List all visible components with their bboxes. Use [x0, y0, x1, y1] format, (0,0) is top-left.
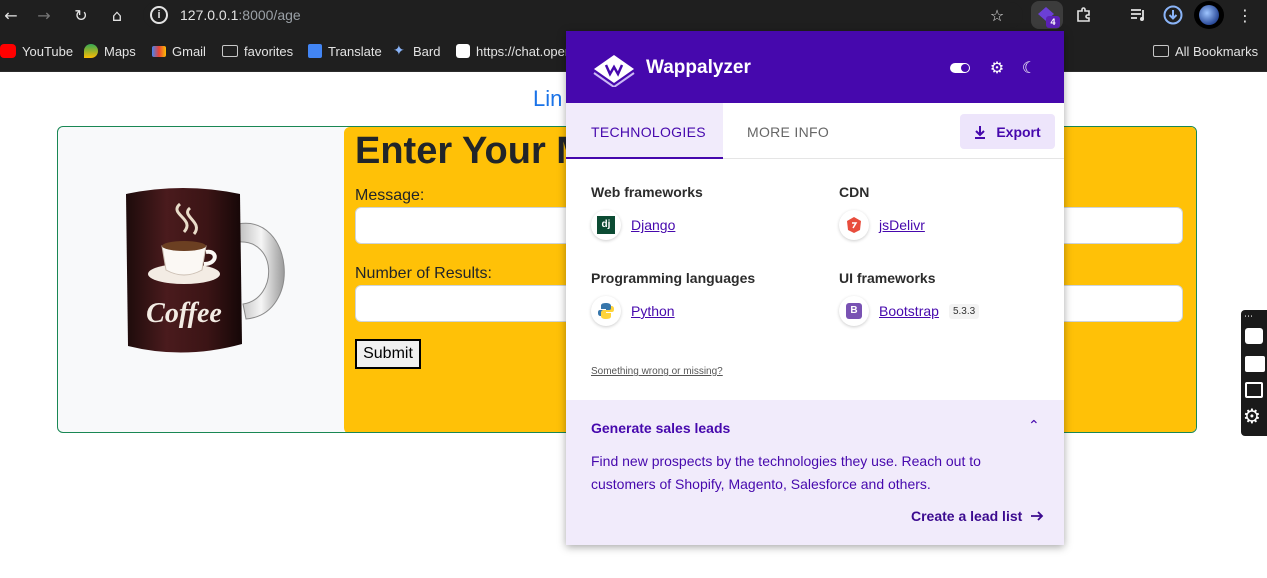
- category-web-frameworks: Web frameworks: [591, 184, 703, 200]
- submit-button[interactable]: Submit: [355, 339, 421, 369]
- folder-icon: [222, 45, 238, 57]
- back-icon[interactable]: ←: [0, 4, 22, 26]
- page-link[interactable]: Lin: [533, 86, 562, 112]
- sales-leads-panel: Generate sales leads ⌃ Find new prospect…: [566, 400, 1064, 545]
- download-icon: [975, 125, 986, 139]
- bookmark-star-icon[interactable]: ☆: [986, 4, 1008, 26]
- copy-icon[interactable]: [1245, 382, 1263, 398]
- wappalyzer-logo-icon: [593, 55, 635, 87]
- tab-technologies[interactable]: TECHNOLOGIES: [566, 103, 723, 159]
- bootstrap-version: 5.3.3: [948, 303, 980, 319]
- form-heading: Enter Your M: [355, 130, 588, 172]
- bootstrap-icon: B: [839, 296, 869, 326]
- chevron-up-icon[interactable]: ⌃: [1028, 418, 1040, 434]
- something-wrong-link[interactable]: Something wrong or missing?: [591, 366, 723, 377]
- extensions-puzzle-icon[interactable]: [1073, 4, 1095, 26]
- folder-icon: [1153, 45, 1169, 57]
- export-button[interactable]: Export: [960, 114, 1055, 149]
- dark-mode-icon[interactable]: ☾: [1019, 58, 1039, 77]
- wappalyzer-title: Wappalyzer: [646, 57, 751, 78]
- tech-django[interactable]: dj Django: [591, 210, 675, 240]
- reading-list-icon[interactable]: [1127, 4, 1149, 26]
- reload-icon[interactable]: ↻: [70, 4, 92, 26]
- tab-more-info[interactable]: MORE INFO: [747, 124, 829, 140]
- forward-icon[interactable]: →: [33, 4, 55, 26]
- category-cdn: CDN: [839, 184, 870, 200]
- toggle-switch[interactable]: [950, 63, 970, 73]
- gear-icon[interactable]: ⚙: [987, 58, 1007, 77]
- message-label: Message:: [355, 187, 425, 204]
- wappalyzer-popup: Wappalyzer ⚙ ☾ TECHNOLOGIES MORE INFO Ex…: [566, 31, 1064, 545]
- bookmark-gmail[interactable]: Gmail: [152, 43, 206, 59]
- tech-bootstrap[interactable]: B Bootstrap 5.3.3: [839, 296, 980, 326]
- bookmark-maps[interactable]: Maps: [84, 43, 136, 59]
- chatgpt-icon: [456, 44, 470, 58]
- site-info-icon[interactable]: i: [150, 6, 168, 24]
- results-label: Number of Results:: [355, 265, 492, 282]
- settings-gear-icon[interactable]: ⚙: [1243, 404, 1261, 428]
- tech-python[interactable]: Python: [591, 296, 675, 326]
- category-programming-languages: Programming languages: [591, 270, 756, 286]
- wappalyzer-header: Wappalyzer ⚙ ☾: [566, 31, 1064, 103]
- browser-menu-icon[interactable]: ⋮: [1234, 4, 1256, 26]
- tech-jsdelivr[interactable]: jsDelivr: [839, 210, 925, 240]
- wappalyzer-tabs: TECHNOLOGIES MORE INFO Export: [566, 103, 1064, 159]
- profile-avatar-image: [1199, 5, 1219, 25]
- extension-badge-count: 4: [1046, 16, 1060, 28]
- bookmark-all-bookmarks[interactable]: All Bookmarks: [1153, 43, 1258, 59]
- arrow-right-icon: [1031, 511, 1044, 521]
- video-icon[interactable]: [1245, 356, 1265, 372]
- jsdelivr-icon: [839, 210, 869, 240]
- python-icon: [591, 296, 621, 326]
- leads-title[interactable]: Generate sales leads: [591, 420, 730, 436]
- gmail-icon: [152, 45, 166, 57]
- create-lead-list-link[interactable]: Create a lead list: [911, 508, 1044, 524]
- bard-icon: ✦: [393, 43, 405, 59]
- widget-more-icon[interactable]: ⋯: [1244, 312, 1253, 322]
- youtube-icon: [0, 44, 16, 58]
- maps-icon: [84, 44, 98, 58]
- django-icon: dj: [591, 210, 621, 240]
- bookmark-favorites[interactable]: favorites: [222, 43, 293, 59]
- coffee-mug-image: Coffee: [126, 188, 285, 353]
- bookmark-chat[interactable]: https://chat.oper: [456, 43, 569, 59]
- bookmark-youtube[interactable]: YouTube: [0, 43, 73, 59]
- leads-description: Find new prospects by the technologies t…: [591, 453, 981, 492]
- bookmark-bard[interactable]: ✦ Bard: [393, 43, 440, 59]
- mug-label-text: Coffee: [146, 298, 222, 329]
- bookmark-translate[interactable]: Translate: [308, 43, 382, 59]
- category-ui-frameworks: UI frameworks: [839, 270, 936, 286]
- camera-icon[interactable]: [1245, 328, 1263, 344]
- url-text[interactable]: 127.0.0.1:8000/age: [180, 7, 301, 23]
- home-icon[interactable]: ⌂: [106, 4, 128, 26]
- downloads-icon[interactable]: [1162, 4, 1184, 26]
- translate-icon: [308, 44, 322, 58]
